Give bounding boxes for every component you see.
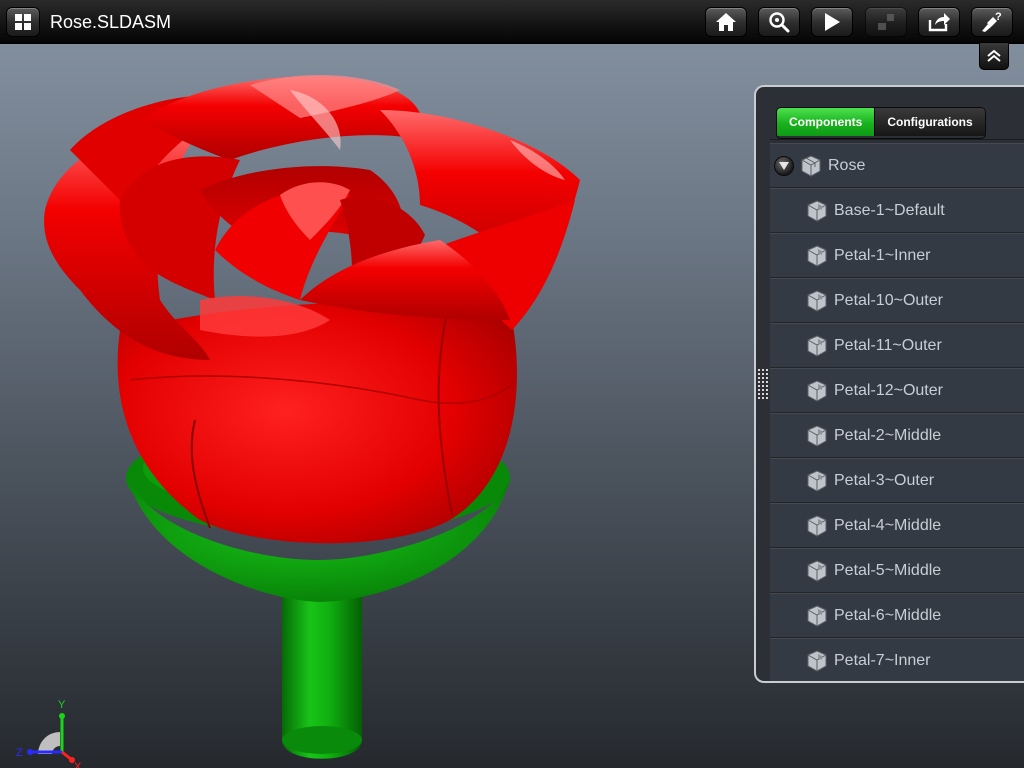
part-icon xyxy=(807,245,827,267)
tree-item[interactable]: Base-1~Default xyxy=(770,188,1024,233)
part-icon xyxy=(807,200,827,222)
component-tree: Rose Base-1~Default Petal-1~Inner Petal-… xyxy=(770,143,1024,681)
tree-item[interactable]: Petal-5~Middle xyxy=(770,548,1024,593)
help-icon: ? xyxy=(982,11,1002,32)
tree-item[interactable]: Petal-2~Middle xyxy=(770,413,1024,458)
grid-menu-button[interactable] xyxy=(6,7,40,37)
tree-item[interactable]: Petal-1~Inner xyxy=(770,233,1024,278)
tree-item[interactable]: Petal-12~Outer xyxy=(770,368,1024,413)
tree-item-label: Base-1~Default xyxy=(834,202,945,219)
explode-icon xyxy=(878,14,894,30)
tree-item-label: Petal-5~Middle xyxy=(834,562,942,579)
part-icon xyxy=(807,560,827,582)
svg-text:Z: Z xyxy=(16,747,23,759)
tree-item-label: Petal-12~Outer xyxy=(834,382,943,399)
panel-resize-handle[interactable] xyxy=(757,368,769,400)
rose-model xyxy=(44,74,580,759)
tree-item[interactable]: Petal-7~Inner xyxy=(770,638,1024,681)
document-title: Rose.SLDASM xyxy=(50,12,172,32)
part-icon xyxy=(807,425,827,447)
part-icon xyxy=(807,515,827,537)
part-icon xyxy=(807,605,827,627)
home-button[interactable] xyxy=(705,7,747,37)
tree-item[interactable]: Petal-3~Outer xyxy=(770,458,1024,503)
top-toolbar: Rose.SLDASM ? xyxy=(0,0,1024,44)
share-button[interactable] xyxy=(918,7,960,37)
help-button[interactable]: ? xyxy=(971,7,1013,37)
collapse-arrow-button[interactable] xyxy=(774,156,794,176)
segmented-control: Components Configurations xyxy=(776,107,986,139)
part-icon xyxy=(807,650,827,672)
svg-text:X: X xyxy=(74,761,82,768)
play-icon xyxy=(825,13,840,31)
explode-button[interactable] xyxy=(865,7,907,37)
triangle-down-icon xyxy=(779,162,789,170)
assembly-icon xyxy=(801,155,821,177)
part-icon xyxy=(807,380,827,402)
tree-item-label: Rose xyxy=(828,157,866,174)
tree-item-label: Petal-6~Middle xyxy=(834,607,942,624)
tree-item-label: Petal-4~Middle xyxy=(834,517,942,534)
tab-configurations[interactable]: Configurations xyxy=(874,108,985,136)
svg-text:Y: Y xyxy=(58,699,66,711)
share-icon xyxy=(928,13,950,32)
panel-tab-bar: Components Configurations xyxy=(770,101,1024,140)
tree-item-label: Petal-3~Outer xyxy=(834,472,935,489)
tree-item[interactable]: Petal-11~Outer xyxy=(770,323,1024,368)
part-icon xyxy=(807,470,827,492)
tree-item-label: Petal-11~Outer xyxy=(834,337,942,354)
play-button[interactable] xyxy=(811,7,853,37)
tab-components[interactable]: Components xyxy=(777,108,875,136)
tree-item-label: Petal-2~Middle xyxy=(834,427,942,444)
zoom-icon xyxy=(769,12,790,33)
tree-item[interactable]: Petal-4~Middle xyxy=(770,503,1024,548)
home-icon xyxy=(716,13,736,31)
tree-item-label: Petal-1~Inner xyxy=(834,247,931,264)
components-panel: Components Configurations Rose Base-1~De… xyxy=(754,85,1024,683)
tree-item[interactable]: Petal-10~Outer xyxy=(770,278,1024,323)
svg-text:?: ? xyxy=(995,11,1002,23)
tree-item-root[interactable]: Rose xyxy=(770,143,1024,188)
zoom-button[interactable] xyxy=(758,7,800,37)
part-icon xyxy=(807,290,827,312)
tree-item-label: Petal-10~Outer xyxy=(834,292,943,309)
tree-item-label: Petal-7~Inner xyxy=(834,652,931,669)
axis-triad: Y Z X xyxy=(16,699,82,768)
part-icon xyxy=(807,335,827,357)
grid-menu-icon xyxy=(15,14,31,30)
tree-item[interactable]: Petal-6~Middle xyxy=(770,593,1024,638)
